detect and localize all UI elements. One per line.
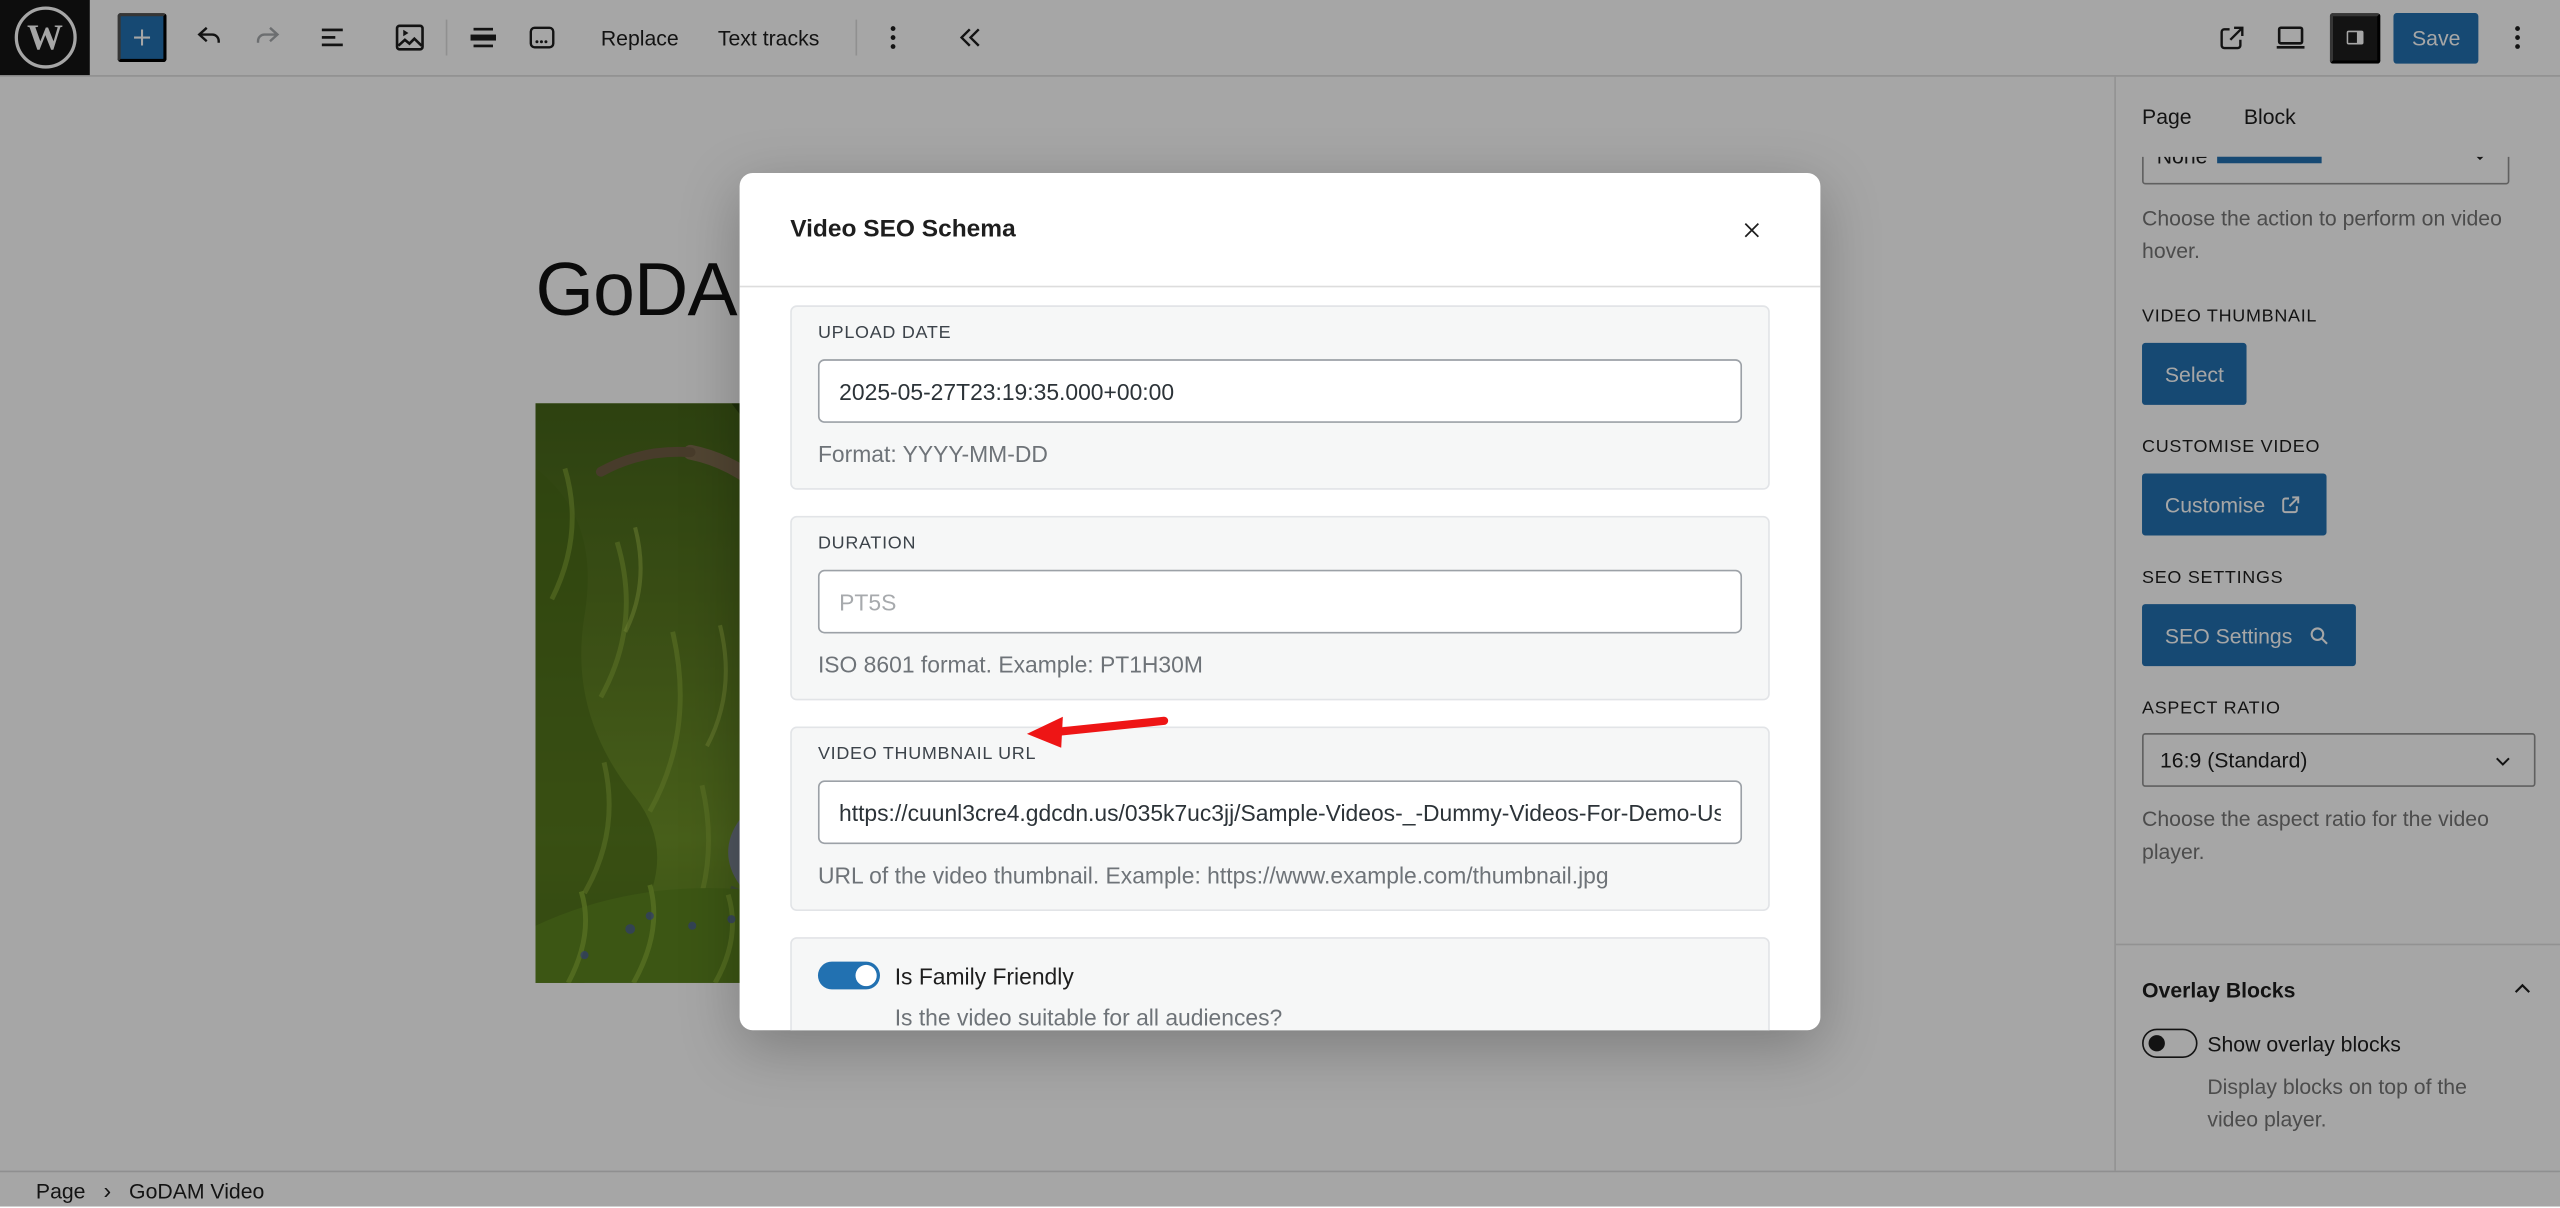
family-friendly-toggle[interactable] (818, 962, 880, 990)
close-icon (1739, 213, 1765, 246)
modal-close-button[interactable] (1729, 207, 1775, 253)
modal-body: UPLOAD DATE Format: YYYY-MM-DD DURATION … (740, 287, 1821, 1030)
family-friendly-label: Is Family Friendly (895, 962, 1074, 988)
thumbnail-url-label: VIDEO THUMBNAIL URL (818, 744, 1742, 764)
modal-title: Video SEO Schema (790, 216, 1016, 244)
duration-card: DURATION ISO 8601 format. Example: PT1H3… (790, 516, 1770, 700)
upload-date-label: UPLOAD DATE (818, 323, 1742, 343)
upload-date-help: Format: YYYY-MM-DD (818, 441, 1742, 467)
duration-input[interactable] (818, 570, 1742, 634)
thumbnail-url-input[interactable] (818, 780, 1742, 844)
wordpress-editor: W (0, 0, 2560, 1207)
duration-help: ISO 8601 format. Example: PT1H30M (818, 651, 1742, 677)
thumbnail-url-card: VIDEO THUMBNAIL URL URL of the video thu… (790, 727, 1770, 911)
upload-date-input[interactable] (818, 359, 1742, 423)
upload-date-card: UPLOAD DATE Format: YYYY-MM-DD (790, 305, 1770, 489)
duration-label: DURATION (818, 534, 1742, 554)
family-friendly-description: Is the video suitable for all audiences? (895, 1004, 1742, 1030)
video-seo-schema-modal: Video SEO Schema UPLOAD DATE Format: YYY… (740, 173, 1821, 1030)
thumbnail-url-help: URL of the video thumbnail. Example: htt… (818, 862, 1742, 888)
family-friendly-card: Is Family Friendly Is the video suitable… (790, 937, 1770, 1030)
modal-header: Video SEO Schema (740, 173, 1821, 287)
